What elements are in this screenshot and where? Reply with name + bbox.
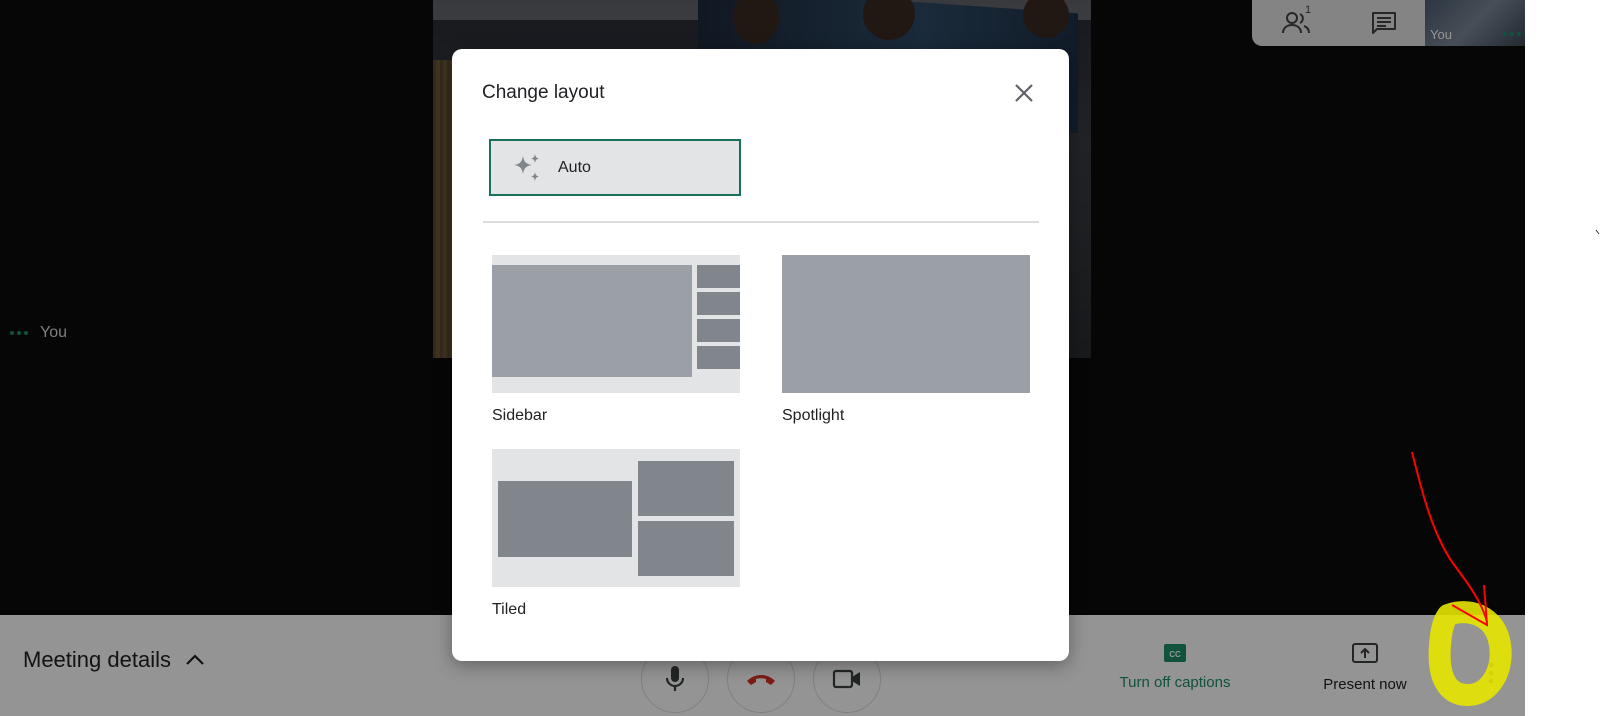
preview-main-tile xyxy=(492,265,692,377)
change-layout-dialog: Change layout Auto Sidebar Spotlight Til… xyxy=(452,49,1069,661)
dialog-divider xyxy=(483,221,1039,223)
layout-option-spotlight[interactable]: Spotlight xyxy=(782,255,1030,425)
preview-small-tile xyxy=(638,521,734,576)
layout-option-sidebar[interactable]: Sidebar xyxy=(492,255,740,425)
layout-option-tiled[interactable]: Tiled xyxy=(492,449,740,619)
close-icon xyxy=(1015,84,1033,102)
preview-side-tile xyxy=(697,265,740,288)
close-dialog-button[interactable] xyxy=(1010,79,1038,107)
sidebar-preview xyxy=(492,255,740,393)
spotlight-preview xyxy=(782,255,1030,393)
preview-side-tile xyxy=(697,292,740,315)
spotlight-label: Spotlight xyxy=(782,407,845,424)
preview-side-tile xyxy=(697,346,740,369)
tiled-preview xyxy=(492,449,740,587)
auto-label: Auto xyxy=(558,158,591,176)
dialog-title: Change layout xyxy=(482,82,605,103)
sidebar-label: Sidebar xyxy=(492,407,548,424)
preview-side-tile xyxy=(697,319,740,342)
tiled-label: Tiled xyxy=(492,601,527,618)
preview-large-tile xyxy=(498,481,632,557)
layout-option-auto[interactable]: Auto xyxy=(489,139,741,196)
sparkle-icon xyxy=(514,153,539,181)
edge-tick-mark xyxy=(1595,229,1600,235)
preview-small-tile xyxy=(638,461,734,516)
